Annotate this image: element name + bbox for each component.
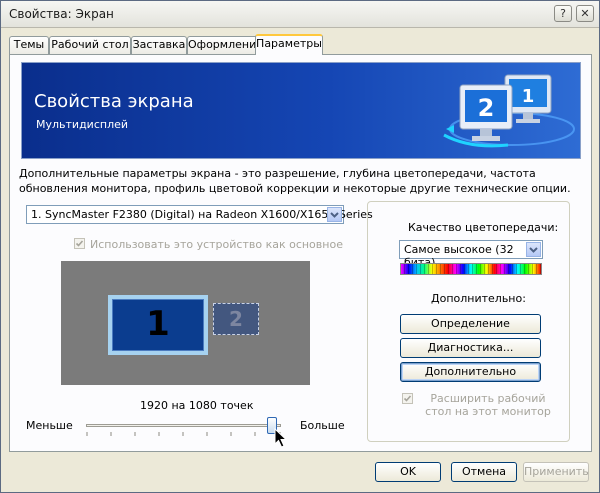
resolution-slider-track[interactable] — [86, 424, 281, 427]
title-bar[interactable]: Свойства: Экран ? ✕ — [1, 1, 599, 28]
multi-monitor-icon: 1 2 — [443, 74, 575, 148]
color-quality-dropdown[interactable]: Самое высокое (32 бита) — [399, 240, 543, 269]
primary-device-label: Использовать это устройство как основное — [90, 238, 343, 251]
header-banner: Свойства экрана Мультидисплей 1 2 — [21, 62, 581, 159]
cancel-button[interactable]: Отмена — [451, 462, 517, 482]
monitor-2-tile[interactable]: 2 — [213, 303, 259, 335]
slider-more-label: Больше — [300, 419, 345, 432]
chevron-down-icon[interactable] — [327, 207, 342, 222]
diagnostics-button[interactable]: Диагностика... — [400, 338, 541, 358]
banner-art-number-2: 2 — [478, 94, 495, 122]
apply-button[interactable]: Применить — [523, 462, 589, 482]
banner-title: Свойства экрана — [34, 91, 194, 112]
identify-button[interactable]: Определение — [400, 314, 541, 334]
slider-ticks — [86, 432, 281, 436]
banner-art-number-1: 1 — [522, 86, 535, 107]
advanced-label: Дополнительно: — [431, 292, 526, 305]
slider-less-label: Меньше — [26, 419, 73, 432]
resolution-label: 1920 на 1080 точек — [140, 399, 254, 412]
color-quality-label: Качество цветопередачи: — [408, 221, 559, 234]
description-text: Дополнительные параметры экрана - это ра… — [19, 167, 571, 195]
close-button[interactable]: ✕ — [576, 5, 594, 22]
window-title: Свойства: Экран — [9, 7, 114, 21]
monitor-dropdown-value: 1. SyncMaster F2380 (Digital) на Radeon … — [31, 208, 373, 221]
tab-themes[interactable]: Темы — [9, 36, 49, 54]
color-spectrum-bar — [400, 263, 542, 275]
tab-desktop[interactable]: Рабочий стол — [49, 36, 131, 54]
monitor-dropdown[interactable]: 1. SyncMaster F2380 (Digital) на Radeon … — [26, 205, 373, 224]
tab-screensaver[interactable]: Заставка — [131, 36, 187, 54]
mouse-cursor-icon — [274, 428, 288, 448]
extend-desktop-label: Расширить рабочий стол на этот монитор — [425, 392, 551, 418]
color-quality-group: Качество цветопередачи: Самое высокое (3… — [367, 201, 570, 442]
monitor-1-tile[interactable]: 1 — [108, 295, 208, 355]
advanced-button[interactable]: Дополнительно — [400, 362, 541, 382]
monitor-1-number: 1 — [112, 299, 204, 351]
ok-button[interactable]: OK — [375, 462, 441, 482]
settings-panel: Свойства экрана Мультидисплей 1 2 Дополн… — [9, 54, 592, 452]
monitor-arrangement-preview: 1 2 — [61, 261, 310, 385]
extend-desktop-checkbox[interactable] — [402, 393, 413, 404]
chevron-down-icon[interactable] — [526, 242, 541, 257]
tab-appearance[interactable]: Оформление — [187, 36, 263, 54]
tab-settings[interactable]: Параметры — [255, 34, 323, 55]
primary-device-checkbox[interactable] — [74, 238, 85, 249]
banner-subtitle: Мультидисплей — [36, 118, 129, 131]
help-button[interactable]: ? — [554, 5, 572, 22]
display-properties-window: Свойства: Экран ? ✕ Темы Рабочий стол За… — [0, 0, 600, 493]
primary-device-checkbox-row: Использовать это устройство как основное — [74, 238, 343, 251]
